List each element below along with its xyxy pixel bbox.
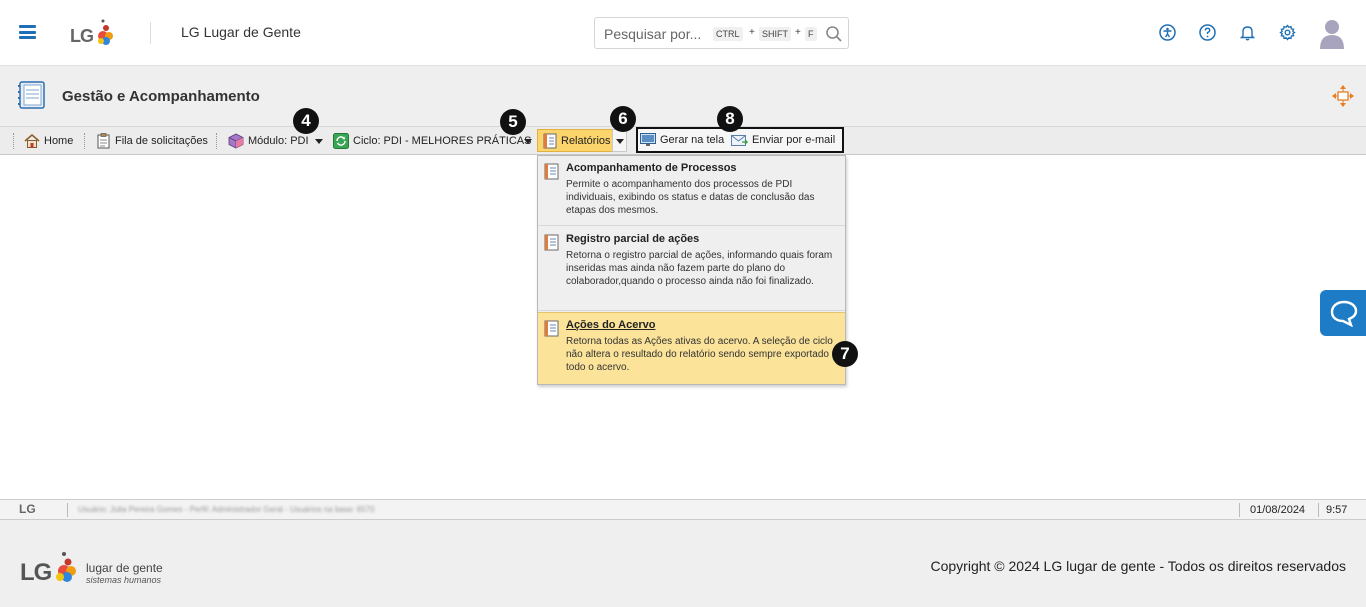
home-button[interactable]: Home [24, 127, 73, 154]
report-icon [544, 163, 559, 180]
copyright-text: Copyright © 2024 LG lugar de gente - Tod… [930, 558, 1346, 574]
hamburger-menu-icon[interactable] [19, 25, 36, 39]
home-icon [24, 133, 40, 148]
chat-support-button[interactable] [1320, 290, 1366, 336]
report-item-title: Registro parcial de ações [566, 233, 700, 245]
move-arrows-icon[interactable] [1331, 84, 1355, 108]
shortcut-plus: + [749, 27, 755, 38]
queue-button[interactable]: Fila de solicitações [96, 127, 208, 154]
report-item-description: Retorna todas as Ações ativas do acervo.… [566, 336, 833, 373]
brand-dots-icon [56, 552, 76, 582]
toolbar-separator [13, 133, 14, 149]
report-item-description: Permite o acompanhamento dos processos d… [566, 179, 815, 216]
email-label: Enviar por e-mail [752, 134, 836, 146]
cube-icon [228, 133, 244, 148]
report-icon [544, 320, 559, 337]
report-actions-group: Gerar na tela Enviar por e-mail [636, 127, 844, 153]
footer: LG lugar de gente sistemas humanos Copyr… [0, 521, 1366, 607]
refresh-cycle-icon [333, 132, 349, 149]
report-item-title: Acompanhamento de Processos [566, 162, 737, 174]
generate-on-screen-button[interactable]: Gerar na tela [640, 129, 724, 151]
footer-brand-subtitle: sistemas humanos [86, 575, 162, 585]
clipboard-icon [97, 132, 110, 148]
status-user-info: Usuário: Julia Pereira Gomes - Perfil: A… [78, 505, 375, 514]
gear-icon[interactable] [1279, 24, 1296, 41]
footer-logo-text: LG [20, 559, 52, 586]
header-divider [150, 22, 151, 44]
page-title: Gestão e Acompanhamento [62, 88, 260, 105]
status-separator [1239, 503, 1240, 517]
search-icon[interactable] [825, 25, 843, 43]
annotation-badge-8: 8 [717, 106, 743, 132]
status-separator [67, 503, 68, 517]
reports-button[interactable]: Relatórios [537, 129, 617, 152]
reports-dropdown-menu: Acompanhamento de Processos Permite o ac… [537, 155, 846, 385]
report-item-process-tracking[interactable]: Acompanhamento de Processos Permite o ac… [538, 156, 845, 226]
page-header: Gestão e Acompanhamento [0, 66, 1366, 126]
report-icon [543, 133, 557, 148]
reports-dropdown-caret-icon[interactable] [616, 139, 624, 144]
status-separator [1318, 503, 1319, 517]
generate-label: Gerar na tela [660, 134, 725, 146]
email-icon [731, 135, 748, 146]
report-icon [544, 234, 559, 251]
shortcut-key-shift: SHIFT [759, 27, 791, 41]
send-email-button[interactable]: Enviar por e-mail [731, 129, 835, 151]
report-item-title: Ações do Acervo [566, 319, 656, 331]
status-time: 9:57 [1326, 504, 1348, 516]
module-selector[interactable]: Módulo: PDI [228, 127, 309, 154]
status-logo: LG [19, 502, 36, 516]
monitor-icon [640, 133, 656, 146]
accessibility-icon[interactable] [1159, 24, 1176, 41]
notebook-icon [18, 81, 45, 109]
shortcut-key-ctrl: CTRL [713, 27, 743, 41]
shortcut-plus: + [795, 27, 801, 38]
app-title: LG Lugar de Gente [181, 24, 301, 40]
annotation-badge-5: 5 [500, 109, 526, 135]
home-label: Home [44, 134, 74, 147]
lg-logo[interactable]: LG [70, 14, 116, 52]
annotation-badge-4: 4 [293, 108, 319, 134]
module-dropdown-caret-icon[interactable] [315, 139, 323, 144]
annotation-badge-6: 6 [610, 106, 636, 132]
cycle-label: Ciclo: PDI - MELHORES PRÁTICAS [353, 134, 532, 147]
help-icon[interactable] [1199, 24, 1216, 41]
report-item-collection-actions[interactable]: Ações do Acervo Retorna todas as Ações a… [538, 312, 845, 384]
toolbar-separator [84, 133, 85, 149]
chat-bubble-icon [1330, 300, 1358, 327]
toolbar: Home Fila de solicitações Módulo: PDI Ci… [0, 126, 1366, 155]
status-date: 01/08/2024 [1250, 504, 1306, 516]
report-item-description: Retorna o registro parcial de ações, inf… [566, 250, 833, 287]
search-input[interactable]: Pesquisar por... [604, 26, 701, 42]
cycle-selector[interactable]: Ciclo: PDI - MELHORES PRÁTICAS [333, 127, 531, 154]
queue-label: Fila de solicitações [115, 134, 208, 147]
report-item-partial-actions[interactable]: Registro parcial de ações Retorna o regi… [538, 227, 845, 311]
footer-brand-name: lugar de gente [86, 561, 163, 575]
cycle-dropdown-caret-icon[interactable] [524, 139, 532, 144]
user-avatar[interactable] [1318, 17, 1346, 49]
reports-label: Relatórios [561, 134, 611, 147]
toolbar-separator [216, 133, 217, 149]
search-box[interactable]: Pesquisar por... CTRL + SHIFT + F [594, 17, 849, 49]
annotation-badge-7: 7 [832, 341, 858, 367]
bell-icon[interactable] [1239, 24, 1256, 41]
shortcut-key-f: F [805, 27, 817, 41]
module-label: Módulo: PDI [248, 134, 309, 147]
reports-split-button[interactable] [612, 129, 627, 152]
top-header: LG LG Lugar de Gente Pesquisar por... CT… [0, 0, 1366, 66]
status-bar: LG Usuário: Julia Pereira Gomes - Perfil… [0, 499, 1366, 520]
